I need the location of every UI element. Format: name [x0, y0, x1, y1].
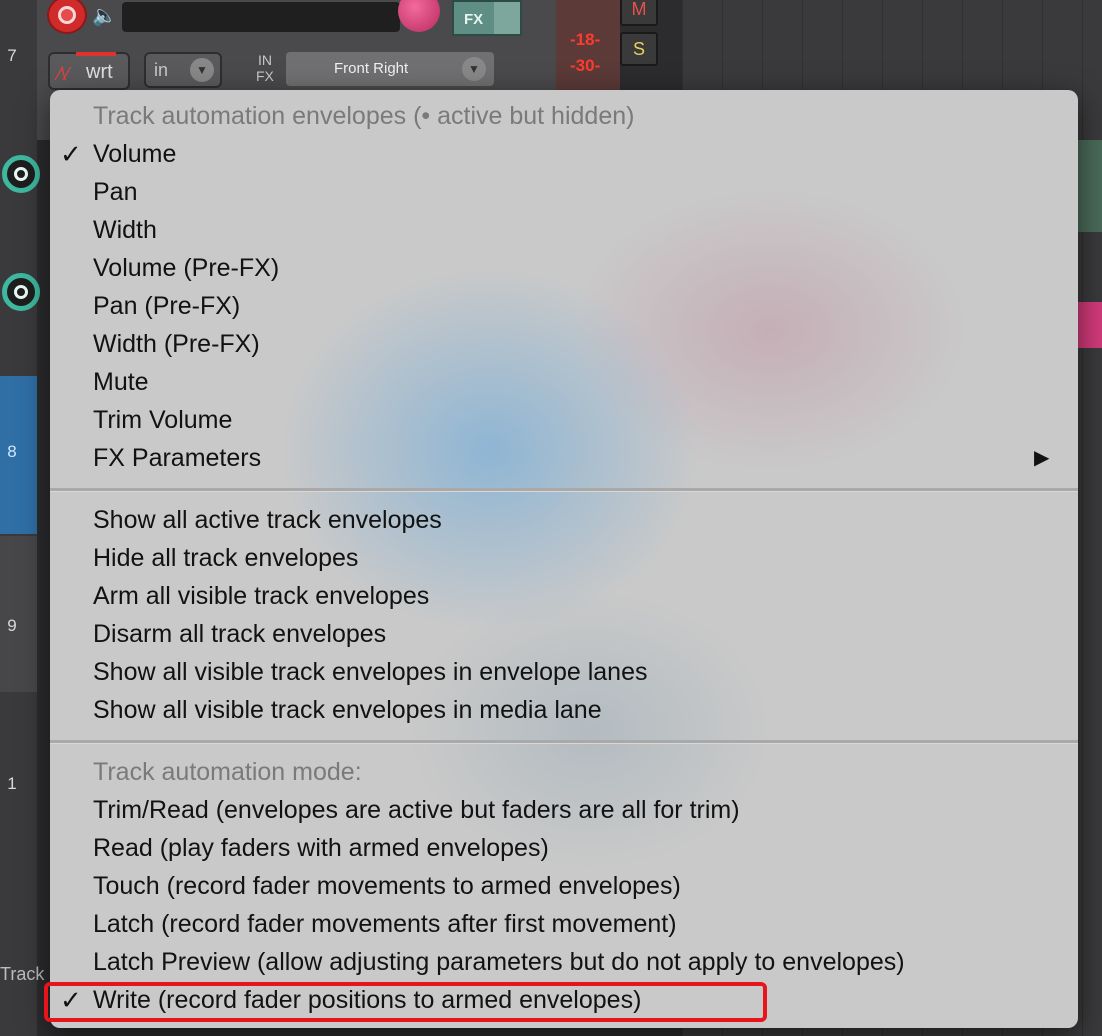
chevron-down-icon[interactable]: ▼	[462, 57, 486, 81]
menu-item-width[interactable]: Width	[93, 211, 157, 249]
media-item[interactable]	[1078, 140, 1102, 232]
menu-item-show-in-media-lane[interactable]: Show all visible track envelopes in medi…	[93, 691, 602, 729]
menu-item-mode-latch-preview[interactable]: Latch Preview (allow adjusting parameter…	[93, 943, 905, 981]
track-number: 9	[7, 616, 17, 635]
menu-item-width-pre-fx[interactable]: Width (Pre-FX)	[93, 325, 260, 363]
io-fx-label: IN FX	[256, 52, 274, 84]
checkmark-icon: ✓	[60, 139, 82, 169]
envelopes-header: Track automation envelopes (• active but…	[93, 102, 635, 130]
track-label: Track	[0, 964, 45, 984]
menu-item-pan[interactable]: Pan	[93, 173, 137, 211]
menu-item-fx-parameters[interactable]: FX Parameters	[93, 439, 261, 477]
automation-mode-header: Track automation mode:	[93, 758, 362, 786]
armed-indicator	[76, 52, 116, 56]
input-label: in	[154, 60, 169, 80]
fx-power-icon[interactable]	[494, 2, 520, 34]
media-item[interactable]	[1078, 302, 1102, 348]
track-9-block[interactable]	[0, 536, 37, 692]
submenu-arrow-icon: ▶	[1034, 447, 1050, 469]
automation-mode-button[interactable]: ⁄\⁄ wrt	[48, 52, 130, 90]
menu-item-show-in-envelope-lanes[interactable]: Show all visible track envelopes in enve…	[93, 653, 648, 691]
menu-item-volume[interactable]: Volume	[93, 135, 176, 173]
route-label: Front Right	[334, 60, 409, 77]
write-mode-highlight	[44, 982, 767, 1022]
menu-item-show-active-envelopes[interactable]: Show all active track envelopes	[93, 501, 442, 539]
menu-item-mute[interactable]: Mute	[93, 363, 149, 401]
track-number: 7	[7, 46, 17, 65]
folder-icon[interactable]	[2, 155, 40, 193]
chevron-down-icon[interactable]: ▼	[190, 58, 214, 82]
menu-item-hide-envelopes[interactable]: Hide all track envelopes	[93, 539, 358, 577]
speaker-icon[interactable]: 🔈	[92, 3, 117, 27]
fx-label: FX	[464, 11, 484, 28]
volume-fader[interactable]	[122, 2, 400, 32]
track-number: 1	[7, 774, 17, 793]
meter-scale-label: -18-	[570, 30, 601, 49]
automation-context-menu: Track automation envelopes (• active but…	[50, 90, 1078, 1028]
menu-item-disarm-envelopes[interactable]: Disarm all track envelopes	[93, 615, 386, 653]
track-number: 8	[7, 442, 17, 461]
mute-button[interactable]: M	[620, 0, 658, 26]
menu-item-arm-envelopes[interactable]: Arm all visible track envelopes	[93, 577, 429, 615]
menu-item-volume-pre-fx[interactable]: Volume (Pre-FX)	[93, 249, 279, 287]
envelope-icon: ⁄\⁄	[58, 64, 70, 84]
menu-separator	[50, 740, 1078, 744]
fx-button[interactable]: FX	[452, 0, 522, 36]
menu-item-pan-pre-fx[interactable]: Pan (Pre-FX)	[93, 287, 240, 325]
folder-icon[interactable]	[2, 273, 40, 311]
menu-item-mode-trim-read[interactable]: Trim/Read (envelopes are active but fade…	[93, 791, 740, 829]
menu-item-trim-volume[interactable]: Trim Volume	[93, 401, 232, 439]
meter-scale-label: -30-	[570, 56, 601, 75]
routing-button[interactable]: IN FX Front Right ▼	[236, 50, 496, 88]
menu-separator	[50, 488, 1078, 492]
solo-button[interactable]: S	[620, 32, 658, 66]
menu-item-mode-touch[interactable]: Touch (record fader movements to armed e…	[93, 867, 681, 905]
automation-mode-label: wrt	[86, 61, 113, 83]
route-field[interactable]: Front Right ▼	[286, 52, 494, 86]
menu-item-mode-read[interactable]: Read (play faders with armed envelopes)	[93, 829, 549, 867]
menu-item-mode-latch[interactable]: Latch (record fader movements after firs…	[93, 905, 677, 943]
input-button[interactable]: in ▼	[144, 52, 222, 88]
